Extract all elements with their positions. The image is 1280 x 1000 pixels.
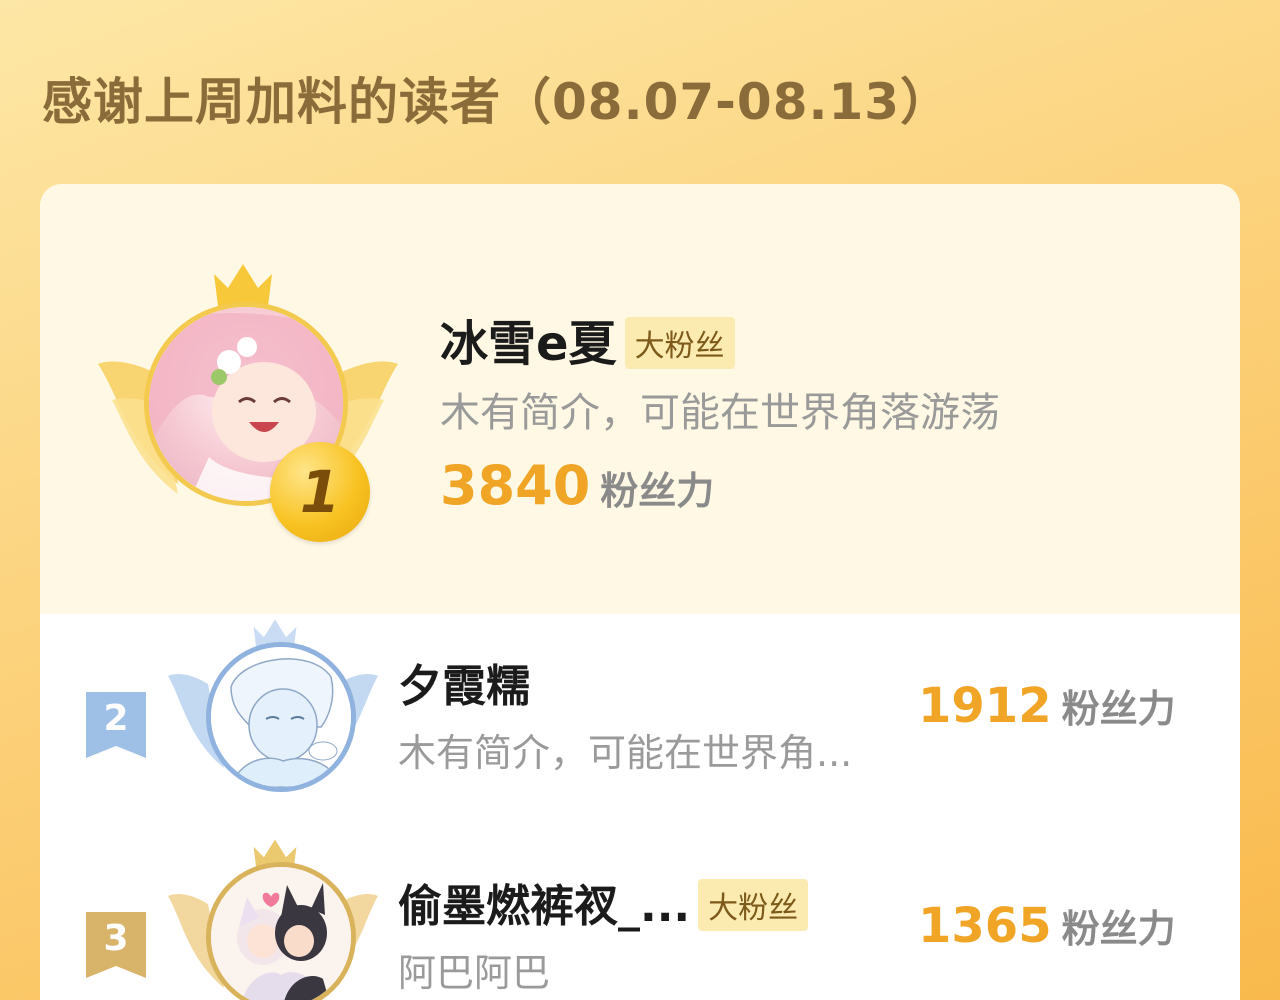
rank-number: 2 [103,698,129,739]
reader-score: 1365 粉丝力 [918,898,1176,954]
reader-bio: 阿巴阿巴 [398,951,551,995]
score-unit: 粉丝力 [1061,907,1176,951]
reader-score: 3840 粉丝力 [440,454,714,517]
avatar[interactable] [206,642,356,792]
score-value: 1912 [918,678,1052,734]
reader-score: 1912 粉丝力 [918,678,1176,734]
reader-name-text: 偷墨燃裤衩_... [398,881,691,932]
reader-name[interactable]: 夕霞糯 [398,650,530,714]
list-item[interactable]: 3 偷墨燃裤衩_... 大粉丝 阿巴阿巴 1365 粉丝力 [40,839,1240,1000]
rank-ribbon-icon: 2 [86,692,146,758]
fan-badge: 大粉丝 [624,317,735,369]
leaderboard-card: 1 冰雪e夏 大粉丝 木有简介，可能在世界角落游荡 3840 粉丝力 2 夕霞糯… [40,184,1240,1000]
fan-badge: 大粉丝 [698,879,809,931]
reader-name[interactable]: 冰雪e夏 大粉丝 [440,304,735,374]
page-title: 感谢上周加料的读者（08.07-08.13） [42,73,952,131]
score-value: 1365 [918,898,1052,954]
score-unit: 粉丝力 [600,469,715,513]
reader-name-text: 冰雪e夏 [440,316,617,372]
reader-bio: 木有简介，可能在世界角落游荡 [440,390,1000,436]
score-unit: 粉丝力 [1061,687,1176,731]
reader-name[interactable]: 偷墨燃裤衩_... 大粉丝 [398,870,809,935]
reader-bio: 木有简介，可能在世界角... [398,731,853,775]
top-reader-section[interactable]: 1 冰雪e夏 大粉丝 木有简介，可能在世界角落游荡 3840 粉丝力 [40,184,1240,614]
list-item[interactable]: 2 夕霞糯 木有简介，可能在世界角... 1912 粉丝力 [40,619,1240,824]
avatar[interactable] [206,862,356,1000]
rank-medal-icon: 1 [270,442,370,542]
rank-ribbon-icon: 3 [86,912,146,978]
rank-number: 3 [103,918,129,959]
score-value: 3840 [440,454,591,517]
